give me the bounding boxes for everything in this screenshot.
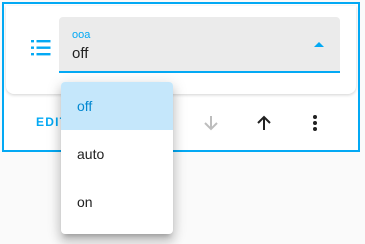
select-field[interactable]: ooa off <box>59 17 340 73</box>
stage: ooa off EDIT off auto on <box>0 0 365 244</box>
arrow-up-icon[interactable] <box>250 109 278 137</box>
dropdown-menu: off auto on <box>61 82 173 234</box>
arrow-down-icon[interactable] <box>197 109 225 137</box>
menu-item-off[interactable]: off <box>61 82 173 130</box>
dropdown-arrow-icon[interactable] <box>314 42 324 47</box>
more-vertical-icon[interactable] <box>301 109 329 137</box>
menu-item-auto[interactable]: auto <box>61 130 173 178</box>
select-value: off <box>72 45 89 62</box>
menu-item-on[interactable]: on <box>61 178 173 226</box>
select-label: ooa <box>72 29 91 41</box>
list-icon <box>30 37 52 59</box>
